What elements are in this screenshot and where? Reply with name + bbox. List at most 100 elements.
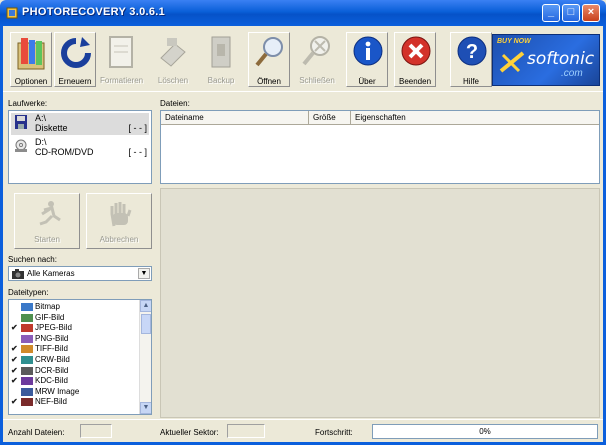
drive-item-a[interactable]: A:\ Diskette [ - - ] <box>11 113 149 135</box>
refresh-label: Erneuern <box>58 77 92 86</box>
filetype-checkbox[interactable] <box>11 303 19 311</box>
scroll-up-icon[interactable]: ▲ <box>140 300 151 312</box>
files-count-box <box>80 424 112 438</box>
filetype-item[interactable]: ✔ NEF-Bild <box>11 397 139 407</box>
filetypes-list[interactable]: Bitmap GIF-Bild ✔ JPEG-Bild PNG-Bild ✔ TIFF-Bi… <box>8 299 152 415</box>
app-icon <box>6 7 18 19</box>
format-label: Formatieren <box>100 76 144 85</box>
window-title: PHOTORECOVERY 3.0.6.1 <box>22 6 166 18</box>
filetype-checkbox[interactable]: ✔ <box>11 324 19 332</box>
filetype-label: JPEG-Bild <box>35 323 72 333</box>
refresh-button[interactable]: Erneuern <box>54 32 96 87</box>
filetype-checkbox[interactable]: ✔ <box>11 366 19 375</box>
filetype-checkbox[interactable]: ✔ <box>11 377 19 385</box>
filetype-label: Bitmap <box>35 302 60 311</box>
filetype-item[interactable]: ✔ KDC-Bild <box>11 376 139 386</box>
column-header-size[interactable]: Größe <box>309 111 351 125</box>
scroll-thumb[interactable] <box>141 314 151 334</box>
format-button[interactable]: Formatieren <box>100 32 144 87</box>
image-file-icon <box>21 303 33 311</box>
drive-item-d[interactable]: D:\ CD-ROM/DVD [ - - ] <box>11 137 149 159</box>
erase-icon <box>160 38 186 67</box>
scroll-down-icon[interactable]: ▼ <box>140 402 151 414</box>
filetype-checkbox[interactable]: ✔ <box>11 356 19 364</box>
camera-select-value: Alle Kameras <box>27 269 75 278</box>
erase-button[interactable]: Löschen <box>152 32 194 87</box>
close-file-icon <box>302 36 330 66</box>
close-file-label: Schließen <box>299 76 335 85</box>
open-button[interactable]: Öffnen <box>248 32 290 87</box>
title-bar[interactable]: PHOTORECOVERY 3.0.6.1 _ □ × <box>0 0 606 26</box>
filetype-checkbox[interactable]: ✔ <box>11 345 19 353</box>
files-label: Dateien: <box>160 99 190 108</box>
filetype-label: TIFF-Bild <box>35 344 68 354</box>
files-count-label: Anzahl Dateien: <box>8 428 65 437</box>
start-label: Starten <box>34 235 60 244</box>
buy-now-text: BUY NOW <box>497 38 531 45</box>
filetype-item[interactable]: ✔ TIFF-Bild <box>11 344 139 354</box>
filetypes-label: Dateitypen: <box>8 288 49 297</box>
column-header-filename[interactable]: Dateiname <box>161 111 309 125</box>
image-file-icon <box>21 313 33 322</box>
filetype-item[interactable]: ✔ CRW-Bild <box>11 355 139 365</box>
filetype-item[interactable]: MRW Image <box>11 387 139 397</box>
abort-button[interactable]: Abbrechen <box>86 193 152 249</box>
image-file-icon <box>21 398 33 407</box>
search-label: Suchen nach: <box>8 255 57 264</box>
erase-label: Löschen <box>157 76 189 85</box>
format-icon <box>109 36 133 68</box>
filetype-item[interactable]: ✔ JPEG-Bild <box>11 323 139 333</box>
exit-button[interactable]: Beenden <box>394 32 436 87</box>
filetype-label: CRW-Bild <box>35 355 70 364</box>
image-file-icon <box>21 377 33 386</box>
filetype-item[interactable]: ✔ DCR-Bild <box>11 366 139 376</box>
filetype-label: GIF-Bild <box>35 312 65 322</box>
drives-label: Laufwerke: <box>8 99 48 108</box>
image-file-icon <box>21 387 33 396</box>
help-label: Hilfe <box>462 77 479 86</box>
about-label: Über <box>358 77 376 86</box>
files-list[interactable]: Dateiname Größe Eigenschaften <box>160 110 600 184</box>
minimize-button[interactable]: _ <box>542 4 560 22</box>
close-window-button[interactable]: × <box>582 4 600 22</box>
start-button[interactable]: Starten <box>14 193 80 249</box>
open-label: Öffnen <box>257 77 281 86</box>
drive-name: Diskette <box>35 123 68 133</box>
camera-select[interactable]: Alle Kameras ▼ <box>8 266 152 281</box>
stop-hand-icon <box>110 202 132 227</box>
filetype-checkbox[interactable] <box>11 388 19 396</box>
exit-label: Beenden <box>398 77 432 86</box>
filetype-item[interactable]: GIF-Bild <box>11 313 139 323</box>
filetype-item[interactable]: PNG-Bild <box>11 334 139 344</box>
close-file-button[interactable]: Schließen <box>296 32 338 87</box>
image-file-icon <box>21 366 33 375</box>
help-button[interactable]: ? Hilfe <box>450 32 492 87</box>
image-file-icon <box>21 356 33 364</box>
softonic-tld: .com <box>561 68 583 79</box>
filetype-checkbox[interactable] <box>11 314 19 322</box>
column-header-properties[interactable]: Eigenschaften <box>351 111 599 125</box>
options-button[interactable]: Optionen <box>10 32 52 87</box>
preview-area <box>160 188 600 418</box>
softonic-banner[interactable]: BUY NOW softonic .com <box>492 34 600 86</box>
drives-list[interactable]: A:\ Diskette [ - - ] D:\ CD-ROM/DVD [ - … <box>8 110 152 184</box>
filetypes-scrollbar[interactable]: ▲ ▼ <box>139 300 151 414</box>
filetype-label: NEF-Bild <box>35 397 68 407</box>
camera-icon <box>12 269 24 279</box>
filetype-label: DCR-Bild <box>35 365 69 375</box>
softonic-logo-icon <box>499 51 525 73</box>
filetype-label: PNG-Bild <box>35 333 69 343</box>
sector-label: Aktueller Sektor: <box>160 428 219 437</box>
filetype-checkbox[interactable] <box>11 335 19 343</box>
about-button[interactable]: Über <box>346 32 388 87</box>
filetype-checkbox[interactable]: ✔ <box>11 398 19 406</box>
image-file-icon <box>21 334 33 343</box>
backup-button[interactable]: Backup <box>200 32 242 87</box>
maximize-button[interactable]: □ <box>562 4 580 22</box>
abort-label: Abbrechen <box>99 235 139 244</box>
sector-box <box>227 424 265 438</box>
filetype-item[interactable]: Bitmap <box>11 302 139 312</box>
drive-name: CD-ROM/DVD <box>35 147 94 157</box>
chevron-down-icon[interactable]: ▼ <box>138 268 150 279</box>
running-man-icon <box>39 201 61 226</box>
